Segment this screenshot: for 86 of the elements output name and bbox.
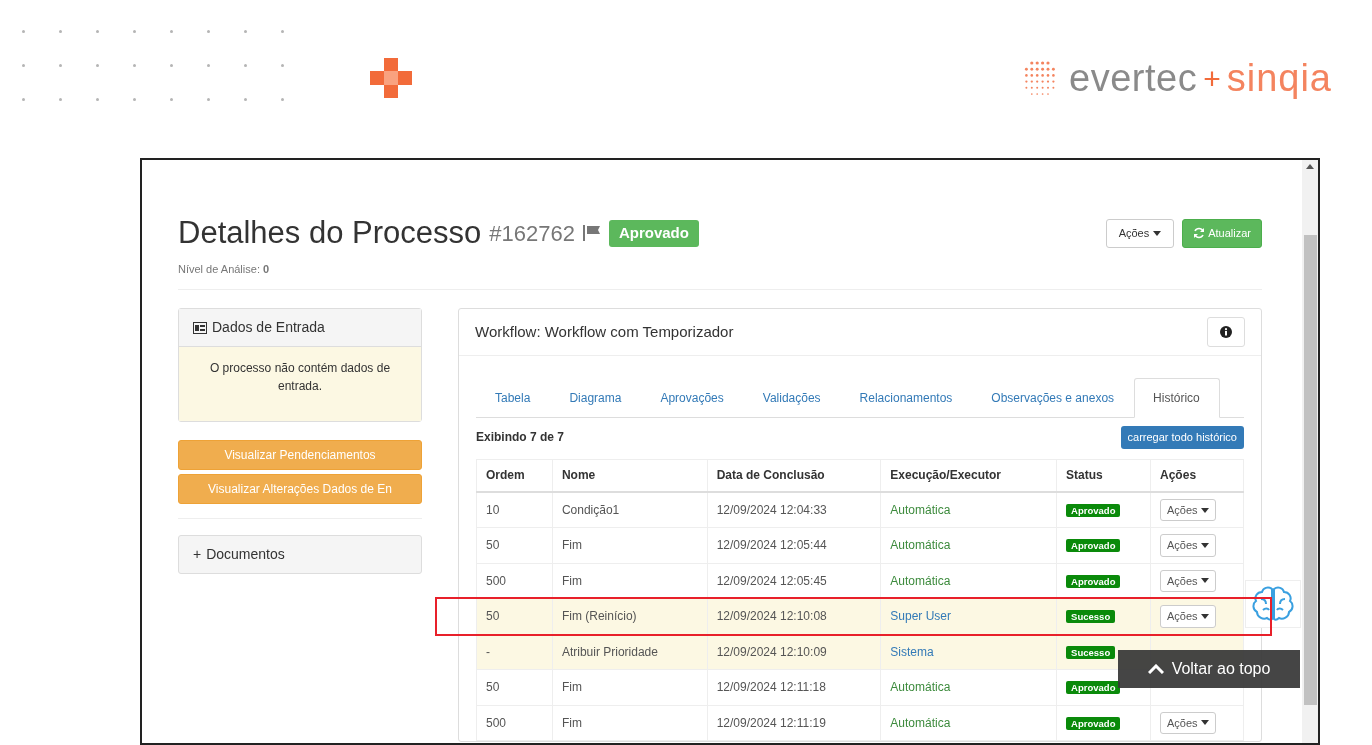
- table-cell: 50: [476, 669, 553, 705]
- table-cell: 10: [476, 492, 553, 528]
- form-icon: [193, 321, 207, 334]
- status-badge: Aprovado: [608, 220, 699, 247]
- expand-toggle[interactable]: +: [193, 544, 202, 565]
- brain-button[interactable]: [1245, 580, 1301, 628]
- tab[interactable]: Diagrama: [550, 378, 642, 418]
- caret-icon: [1200, 720, 1209, 726]
- tab[interactable]: Histórico: [1134, 378, 1220, 418]
- table-cell: Condição1: [552, 492, 708, 528]
- table-cell: 12/09/2024 12:11:18: [707, 669, 881, 705]
- column-header: Ações: [1150, 459, 1244, 492]
- status-badge: Aprovado: [1066, 539, 1121, 553]
- table-cell: 12/09/2024 12:11:19: [707, 705, 881, 741]
- brain-icon: [1251, 586, 1295, 622]
- load-history-button[interactable]: carregar todo histórico: [1120, 426, 1244, 449]
- cross-logo-icon: [370, 58, 412, 98]
- caret-icon: [1200, 613, 1209, 619]
- table-cell: 50: [476, 598, 553, 634]
- table-cell: Atribuir Prioridade: [552, 634, 708, 670]
- info-button[interactable]: [1207, 317, 1245, 347]
- status-badge: Aprovado: [1066, 504, 1121, 517]
- panel-title: Dados de Entrada: [212, 318, 325, 337]
- status-badge: Aprovado: [1066, 574, 1121, 588]
- table-cell: 12/09/2024 12:05:44: [707, 527, 881, 563]
- status-badge: Sucesso: [1066, 645, 1116, 659]
- table-cell: 12/09/2024 12:10:08: [707, 598, 881, 634]
- chevron-up-icon: [1147, 664, 1164, 674]
- info-icon: [1220, 326, 1232, 338]
- actions-dropdown[interactable]: Ações: [1160, 711, 1216, 734]
- panel-title: Documentos: [206, 545, 285, 564]
- actions-dropdown[interactable]: Ações: [1160, 605, 1216, 628]
- table-cell: 500: [476, 563, 553, 599]
- status-badge: Sucesso: [1066, 610, 1116, 624]
- tab[interactable]: Relacionamentos: [840, 378, 973, 418]
- scroll-up-icon[interactable]: [1306, 164, 1314, 169]
- flag-icon[interactable]: [582, 225, 601, 242]
- executor-link[interactable]: Automática: [890, 538, 951, 553]
- table-cell: Fim: [552, 527, 708, 563]
- table-cell: 50: [476, 527, 553, 563]
- caret-icon: [1153, 230, 1162, 236]
- tab[interactable]: Observações e anexos: [972, 378, 1135, 418]
- executor-link[interactable]: Automática: [890, 715, 951, 730]
- caret-icon: [1200, 578, 1209, 584]
- actions-dropdown[interactable]: Ações: [1160, 569, 1216, 592]
- column-header: Status: [1056, 459, 1151, 492]
- actions-dropdown[interactable]: Ações: [1160, 534, 1216, 557]
- table-cell: 12/09/2024 12:10:09: [707, 634, 881, 670]
- documents-panel[interactable]: + Documentos: [178, 535, 422, 574]
- table-cell: 500: [476, 705, 553, 741]
- scrollbar[interactable]: [1302, 160, 1318, 743]
- analysis-level: Nível de Análise: 0: [178, 261, 271, 277]
- refresh-icon: [1193, 227, 1206, 240]
- brand-name: evertec: [1069, 56, 1198, 101]
- table-cell: Fim (Reinício): [552, 598, 708, 634]
- executor-link[interactable]: Automática: [890, 680, 951, 695]
- workflow-title: Workflow: Workflow com Temporizador: [475, 321, 734, 342]
- caret-icon: [1200, 507, 1209, 513]
- executor-link[interactable]: Automática: [890, 573, 951, 588]
- record-count: Exibindo 7 de 7: [476, 429, 565, 447]
- executor-link[interactable]: Super User: [890, 609, 951, 624]
- empty-message: O processo não contém dados de entrada.: [179, 347, 421, 421]
- process-id: #162762: [489, 219, 575, 248]
- column-header: Ordem: [476, 459, 553, 492]
- back-to-top-button[interactable]: Voltar ao topo: [1118, 650, 1300, 688]
- plus-sign: +: [1203, 61, 1221, 97]
- actions-dropdown[interactable]: Ações: [1105, 219, 1175, 248]
- page-title: Detalhes do Processo: [178, 214, 482, 252]
- tab[interactable]: Validações: [743, 378, 841, 418]
- table-cell: -: [476, 634, 553, 670]
- table-cell: 12/09/2024 12:04:33: [707, 492, 881, 528]
- tab[interactable]: Aprovações: [641, 378, 744, 418]
- caret-icon: [1200, 542, 1209, 548]
- actions-dropdown[interactable]: Ações: [1160, 498, 1216, 522]
- column-header: Data de Conclusão: [707, 459, 881, 492]
- column-header: Execução/Executor: [880, 459, 1057, 492]
- table-cell: Fim: [552, 669, 708, 705]
- tab[interactable]: Tabela: [476, 378, 551, 418]
- partner-name: sinqia: [1226, 56, 1332, 101]
- executor-link[interactable]: Automática: [890, 503, 951, 517]
- status-badge: Aprovado: [1066, 681, 1121, 695]
- table-cell: Fim: [552, 705, 708, 741]
- refresh-button[interactable]: Atualizar: [1182, 219, 1262, 248]
- status-badge: Aprovado: [1066, 716, 1121, 730]
- column-header: Nome: [552, 459, 708, 492]
- executor-link[interactable]: Sistema: [890, 644, 934, 659]
